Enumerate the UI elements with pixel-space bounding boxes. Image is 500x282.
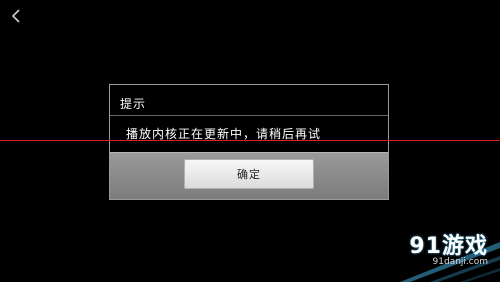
chevron-left-icon [11, 9, 20, 23]
dialog-title: 提示 [120, 97, 147, 111]
dialog-divider [110, 115, 388, 116]
watermark-url: 91danji.com [432, 257, 488, 267]
watermark-logo: 91游戏 [409, 234, 488, 259]
dialog-footer: 确定 [110, 152, 388, 199]
red-guide-line [0, 140, 500, 141]
back-button[interactable] [6, 6, 26, 26]
alert-dialog: 提示 播放内核正在更新中，请稍后再试 确定 [109, 84, 389, 200]
ok-button[interactable]: 确定 [184, 159, 314, 189]
screen: 提示 播放内核正在更新中，请稍后再试 确定 91游戏 91danji.com [0, 0, 500, 282]
watermark: 91游戏 91danji.com [360, 212, 500, 282]
